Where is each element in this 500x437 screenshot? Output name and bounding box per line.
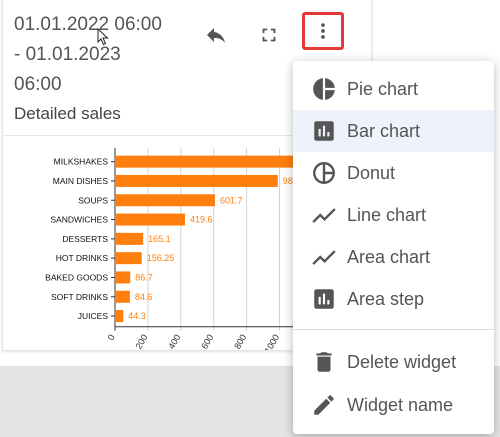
value-label: 419.6 (190, 215, 213, 225)
reply-button[interactable] (201, 22, 231, 48)
x-tick-label: 400 (166, 333, 182, 350)
menu-item-donut[interactable]: Donut (293, 152, 494, 194)
edit-icon (310, 391, 338, 419)
bar (116, 252, 142, 265)
bar (116, 271, 131, 284)
menu-item-label: Donut (347, 162, 396, 183)
menu-item-label: Delete widget (347, 351, 457, 372)
category-label: SOFT DRINKS (51, 292, 108, 302)
bar (116, 232, 144, 245)
menu-item-area-chart[interactable]: Area chart (293, 236, 494, 278)
value-label: 156.25 (147, 253, 175, 263)
bar (116, 213, 186, 226)
menu-item-line-chart[interactable]: Line chart (293, 194, 494, 236)
menu-item-label: Bar chart (347, 120, 421, 141)
more-options-button[interactable] (302, 12, 344, 50)
more-vert-icon (321, 23, 325, 39)
category-label: JUICES (78, 311, 109, 321)
menu-item-label: Pie chart (347, 78, 419, 99)
menu-item-widget-name[interactable]: Widget name (293, 384, 494, 426)
bar (116, 194, 215, 207)
menu-item-label: Line chart (347, 204, 427, 225)
mouse-cursor-icon (97, 28, 109, 46)
category-label: MILKSHAKES (54, 157, 109, 167)
pie-chart-icon (310, 75, 338, 103)
chart-type-menu: Pie chart Bar chart Donut Line chart Are… (293, 61, 494, 434)
donut-icon (310, 159, 338, 187)
value-label: 601.7 (220, 195, 243, 205)
bar-chart-icon (310, 117, 338, 145)
value-label: 86.7 (135, 272, 153, 282)
menu-item-delete-widget[interactable]: Delete widget (293, 341, 494, 383)
menu-item-label: Area step (347, 288, 425, 309)
bar (116, 290, 130, 303)
value-label: 44.3 (128, 311, 146, 321)
reply-icon (207, 28, 225, 43)
bar (116, 310, 124, 323)
menu-item-bar-chart[interactable]: Bar chart (293, 110, 494, 152)
bar (116, 174, 278, 187)
category-label: SANDWICHES (50, 215, 108, 225)
category-label: HOT DRINKS (56, 253, 109, 263)
widget-title: Detailed sales (14, 104, 121, 123)
x-tick-label: 600 (199, 333, 215, 350)
date-range: 01.01.2022 06:00 - 01.01.2023 06:00 (14, 10, 194, 100)
x-tick-label: 800 (232, 333, 248, 350)
x-tick-label: 1000 (263, 333, 282, 350)
menu-item-area-step[interactable]: Area step (293, 278, 494, 320)
menu-item-label: Area chart (347, 246, 431, 267)
menu-divider (293, 329, 494, 330)
x-tick-label: 0 (106, 333, 117, 342)
x-tick-label: 200 (133, 333, 149, 350)
value-label: 165.1 (148, 234, 171, 244)
category-label: SOUPS (78, 195, 108, 205)
menu-item-pie-chart[interactable]: Pie chart (293, 68, 494, 110)
fullscreen-icon (262, 28, 276, 42)
line-chart-icon (310, 201, 338, 229)
area-step-icon (310, 285, 338, 313)
category-label: DESSERTS (62, 234, 108, 244)
bar (116, 155, 311, 168)
category-label: MAIN DISHES (53, 176, 109, 186)
category-label: BAKED GOODS (45, 272, 108, 282)
fullscreen-button[interactable] (254, 22, 284, 48)
menu-item-label: Widget name (347, 394, 454, 415)
value-label: 84.6 (135, 292, 153, 302)
area-chart-icon (310, 243, 338, 271)
date-range-line-3: 06:00 (14, 74, 62, 95)
delete-icon (310, 348, 338, 376)
